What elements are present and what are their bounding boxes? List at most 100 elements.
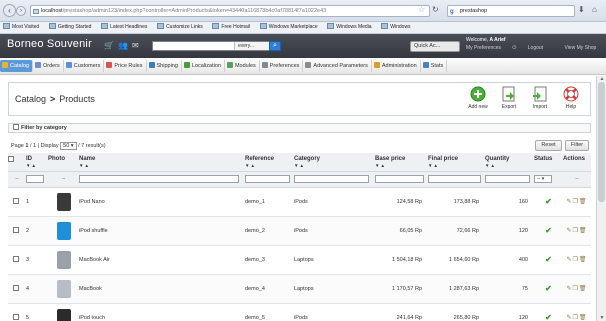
sort-arrows-icon[interactable]: ▼▲ <box>79 163 245 168</box>
tab-label: Orders <box>42 63 60 69</box>
table-row[interactable]: 2 iPod shuffle demo_2 iPods 66,05 Rp 72,66 Rp… <box>8 216 591 246</box>
filter-final-price-input[interactable] <box>428 175 481 183</box>
view-my-shop-link[interactable]: View My Shop <box>564 45 596 51</box>
quick-access-select[interactable]: Quick Ac... <box>410 41 460 52</box>
status-enabled-icon[interactable]: ✔ <box>545 255 552 264</box>
shop-name[interactable]: Borneo Souvenir <box>7 38 92 50</box>
filter-base-price-input[interactable] <box>375 175 424 183</box>
row-checkbox[interactable] <box>13 314 19 320</box>
browser-search-input[interactable]: g prestashop <box>447 5 575 17</box>
cell-name: MacBook Air <box>79 245 245 275</box>
bookmark-most-visited[interactable]: Most Visited <box>0 22 44 33</box>
filter-name-input[interactable] <box>79 175 239 183</box>
logout-link[interactable]: ⏻ Logout <box>512 45 553 51</box>
status-enabled-icon[interactable]: ✔ <box>545 226 552 235</box>
bookmark-free-hotmail[interactable]: Free Hotmail <box>209 22 255 33</box>
add-new-button[interactable]: Add new <box>464 86 492 110</box>
bookmark-latest-headlines[interactable]: Latest Headlines <box>98 22 152 33</box>
tab-localization[interactable]: Localization <box>182 60 225 72</box>
admin-search-input[interactable]: every... <box>152 41 280 51</box>
row-checkbox[interactable] <box>13 285 19 291</box>
cell-name: MacBook <box>79 274 245 304</box>
filter-button[interactable]: Filter <box>565 140 589 151</box>
bookmark-getting-started[interactable]: Getting Started <box>46 22 97 33</box>
breadcrumb-catalog[interactable]: Catalog <box>15 94 46 104</box>
back-icon[interactable]: ‹ <box>3 4 16 17</box>
filter-category-input[interactable] <box>294 175 369 183</box>
sort-arrows-icon[interactable]: ▼▲ <box>485 163 534 168</box>
delete-icon[interactable]: 🗑 <box>579 199 588 205</box>
status-enabled-icon[interactable]: ✔ <box>545 197 552 206</box>
bookmark-windows[interactable]: Windows <box>378 22 415 33</box>
export-button[interactable]: Export <box>495 86 523 110</box>
table-row[interactable]: 1 iPod Nano demo_1 iPods 124,58 Rp 173,88 Rp 1… <box>8 187 591 217</box>
cell-base-price: 124,58 Rp <box>375 187 428 217</box>
sort-arrows-icon[interactable]: ▼▲ <box>245 163 294 168</box>
row-checkbox[interactable] <box>13 256 19 262</box>
delete-icon[interactable]: 🗑 <box>579 257 588 263</box>
tab-icon <box>261 62 268 68</box>
scroll-down-icon[interactable]: ▼ <box>598 315 606 321</box>
logout-icon: ⏻ <box>512 45 518 51</box>
help-label: Help <box>565 104 577 110</box>
delete-icon[interactable]: 🗑 <box>579 286 588 292</box>
table-row[interactable]: 3 MacBook Air demo_3 Laptops 1 504,18 Rp 1 65… <box>8 245 591 275</box>
filter-quantity-input[interactable] <box>485 175 530 183</box>
help-button[interactable]: Help <box>557 86 585 110</box>
tab-stats[interactable]: Stats <box>421 60 448 72</box>
filter-id-input[interactable] <box>26 175 44 183</box>
row-checkbox[interactable] <box>13 227 19 233</box>
filter-by-category-checkbox[interactable] <box>13 124 19 130</box>
bookmark-windows-media[interactable]: Windows Media <box>324 22 376 33</box>
download-icon[interactable]: ⬇ <box>578 5 585 14</box>
row-checkbox[interactable] <box>13 198 19 204</box>
delete-icon[interactable]: 🗑 <box>579 228 588 234</box>
bookmark-windows-marketplace[interactable]: Windows Marketplace <box>257 22 323 33</box>
page-scrollbar[interactable]: ▲ ▼ <box>596 76 606 321</box>
sort-arrows-icon[interactable]: ▼▲ <box>26 163 48 168</box>
tab-modules[interactable]: Modules <box>225 60 260 72</box>
tab-label: Stats <box>430 63 444 69</box>
tab-price-rules[interactable]: Price Rules <box>104 60 147 72</box>
filter-reference-input[interactable] <box>245 175 290 183</box>
table-row[interactable]: 4 MacBook demo_4 Laptops 1 170,57 Rp 1 287,63… <box>8 274 591 304</box>
bookmark-star-icon[interactable]: ☆ <box>418 5 425 14</box>
bookmark-customize-links[interactable]: Customize Links <box>154 22 208 33</box>
sort-arrows-icon[interactable]: ▼▲ <box>428 163 485 168</box>
cell-final-price: 1 654,60 Rp <box>428 245 485 275</box>
url-field[interactable]: localhost/prestashop/admin123/index.php?… <box>30 5 430 17</box>
tab-catalog[interactable]: Catalog <box>0 60 33 72</box>
messages-icon[interactable]: ✉ <box>132 41 143 50</box>
scroll-thumb[interactable] <box>598 82 605 202</box>
sort-arrows-icon[interactable]: ▼▲ <box>375 163 428 168</box>
cart-icon[interactable]: 🛒 <box>104 41 118 50</box>
filter-dash: -- <box>48 171 79 188</box>
my-preferences-link[interactable]: My Preferences <box>466 45 501 51</box>
tab-administration[interactable]: Administration <box>372 60 421 72</box>
table-row[interactable]: 5 iPod touch demo_5 iPods 241,64 Rp 265,80 Rp… <box>8 303 591 321</box>
add-icon <box>470 86 486 102</box>
search-button[interactable]: ⌕ <box>269 41 281 51</box>
import-button[interactable]: Import <box>526 86 554 110</box>
per-page-select[interactable]: 50 ▾ <box>60 142 77 150</box>
customers-icon[interactable]: 👥 <box>118 41 132 50</box>
reset-button[interactable]: Reset <box>535 140 562 151</box>
cell-quantity: 120 <box>485 303 534 321</box>
reload-icon[interactable]: ↻ <box>432 5 439 14</box>
status-enabled-icon[interactable]: ✔ <box>545 313 552 321</box>
cell-base-price: 1 504,18 Rp <box>375 245 428 275</box>
sort-arrows-icon[interactable]: ▼▲ <box>294 163 375 168</box>
home-icon[interactable]: ⌂ <box>592 5 597 14</box>
select-all-checkbox[interactable] <box>8 156 14 162</box>
delete-icon[interactable]: 🗑 <box>579 315 588 321</box>
forward-icon[interactable]: › <box>16 6 26 16</box>
filter-status-select[interactable]: -- ▾ <box>534 175 552 183</box>
status-enabled-icon[interactable]: ✔ <box>545 284 552 293</box>
tab-label: Localization <box>191 63 221 69</box>
welcome-text: Welcome, A Arief <box>466 37 506 43</box>
tab-customers[interactable]: Customers <box>64 60 105 72</box>
tab-advanced-parameters[interactable]: Advanced Parameters <box>303 60 372 72</box>
tab-preferences[interactable]: Preferences <box>260 60 304 72</box>
tab-shipping[interactable]: Shipping <box>147 60 182 72</box>
tab-orders[interactable]: Orders <box>33 60 64 72</box>
